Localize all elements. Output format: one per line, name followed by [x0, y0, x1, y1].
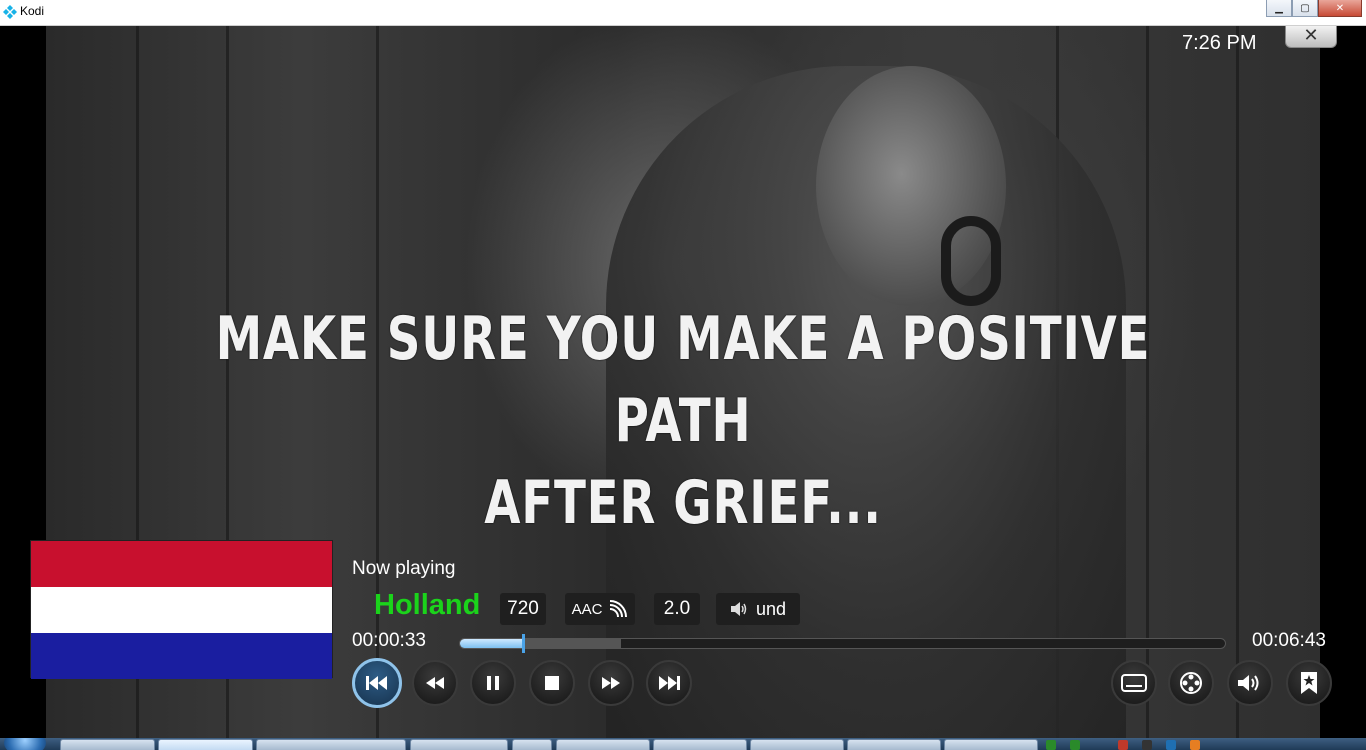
- previous-button[interactable]: [352, 658, 402, 708]
- seek-progress: [460, 639, 523, 648]
- video-settings-icon: [1180, 672, 1202, 694]
- close-window-button[interactable]: ✕: [1318, 0, 1362, 17]
- tray-icon[interactable]: [1166, 740, 1176, 750]
- audio-channels-value: 2.0: [663, 598, 691, 619]
- rewind-button[interactable]: [412, 660, 458, 706]
- tray-icon[interactable]: [1046, 740, 1056, 750]
- taskbar-item[interactable]: [556, 739, 650, 750]
- maximize-icon: ▢: [1300, 2, 1310, 14]
- flag-blue-band: [31, 633, 332, 679]
- subtitles-icon: [1121, 674, 1147, 692]
- seek-bar[interactable]: [459, 638, 1226, 649]
- next-button[interactable]: [646, 660, 692, 706]
- volume-icon: [1238, 675, 1259, 691]
- audio-language-badge: und: [716, 593, 800, 625]
- video-subtitle: MAKE SURE YOU MAKE A POSITIVE PATH AFTER…: [150, 298, 1215, 544]
- taskbar-item[interactable]: [944, 739, 1038, 750]
- window-title: Kodi: [20, 4, 45, 18]
- taskbar-item[interactable]: [512, 739, 552, 750]
- fast-forward-button[interactable]: [588, 660, 634, 706]
- rewind-icon: [426, 677, 444, 689]
- taskbar-item[interactable]: [158, 739, 253, 750]
- flag-white-band: [31, 587, 332, 633]
- elapsed-time: 00:00:33: [352, 630, 426, 651]
- close-icon: ✕: [1335, 2, 1345, 14]
- pause-icon: [487, 676, 499, 690]
- start-button[interactable]: [4, 738, 46, 750]
- taskbar-item[interactable]: [653, 739, 747, 750]
- window-title-bar: Kodi ▁ ▢ ✕: [0, 0, 1366, 26]
- volume-button[interactable]: [1227, 660, 1273, 706]
- audio-channels-badge: 2.0: [654, 593, 700, 625]
- taskbar-item[interactable]: [256, 739, 406, 750]
- next-icon: [659, 676, 680, 690]
- tray-icon[interactable]: [1070, 740, 1080, 750]
- audio-language-value: und: [755, 598, 787, 619]
- seek-handle[interactable]: [521, 634, 525, 653]
- audio-codec-icon: [610, 600, 628, 618]
- minimize-button[interactable]: ▁: [1266, 0, 1292, 17]
- video-settings-button[interactable]: [1168, 660, 1214, 706]
- now-playing-label: Now playing: [352, 558, 456, 579]
- taskbar-item[interactable]: [410, 739, 508, 750]
- os-taskbar: [0, 738, 1366, 750]
- resolution-value: 720: [507, 598, 539, 619]
- maximize-button[interactable]: ▢: [1292, 0, 1318, 17]
- stop-button[interactable]: [529, 660, 575, 706]
- tray-icon[interactable]: [1190, 740, 1200, 750]
- fast-forward-icon: [602, 677, 620, 689]
- tray-icon[interactable]: [1118, 740, 1128, 750]
- minimize-icon: ▁: [1275, 2, 1283, 14]
- now-playing-thumbnail: [30, 540, 333, 679]
- stop-icon: [545, 676, 559, 690]
- close-icon: ✕: [1303, 26, 1319, 46]
- flag-red-band: [31, 541, 332, 587]
- resolution-badge: 720: [500, 593, 546, 625]
- pause-button[interactable]: [470, 660, 516, 706]
- previous-icon: [366, 676, 387, 690]
- subtitle-line-1: MAKE SURE YOU MAKE A POSITIVE PATH: [215, 304, 1151, 456]
- window-controls: ▁ ▢ ✕: [1266, 0, 1362, 18]
- video-headphones: [941, 216, 1001, 306]
- kodi-logo-icon: [3, 5, 17, 19]
- tray-icon[interactable]: [1142, 740, 1152, 750]
- now-playing-title: Holland: [374, 589, 481, 621]
- taskbar-item[interactable]: [60, 739, 155, 750]
- player-close-button[interactable]: ✕: [1285, 26, 1337, 48]
- audio-codec-badge: AAC: [565, 593, 635, 625]
- taskbar-item[interactable]: [847, 739, 941, 750]
- subtitle-line-2: AFTER GRIEF...: [484, 468, 882, 538]
- total-time: 00:06:43: [1252, 630, 1326, 651]
- taskbar-item[interactable]: [750, 739, 844, 750]
- speaker-icon: [730, 602, 747, 616]
- bookmark-icon: [1301, 672, 1317, 694]
- subtitles-button[interactable]: [1111, 660, 1157, 706]
- audio-codec-value: AAC: [571, 600, 603, 618]
- bookmark-button[interactable]: [1286, 660, 1332, 706]
- system-clock: 7:26 PM: [1182, 32, 1257, 54]
